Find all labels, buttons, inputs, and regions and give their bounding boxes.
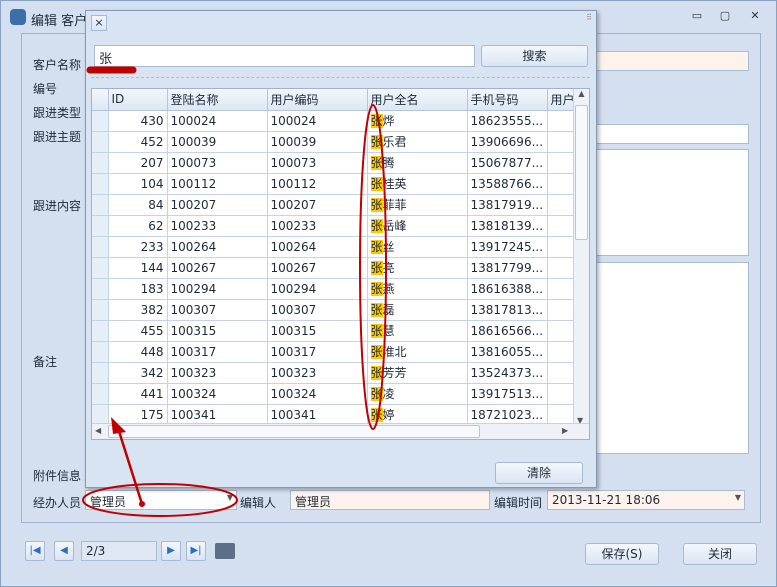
arrowhead-annotation: [111, 417, 126, 434]
arrow-dot: [139, 501, 145, 507]
combo-ellipse-annotation: [82, 483, 238, 517]
annotation-overlay: [82, 66, 387, 517]
column-ellipse-annotation: [359, 104, 387, 430]
arrow-annotation: [116, 427, 144, 505]
